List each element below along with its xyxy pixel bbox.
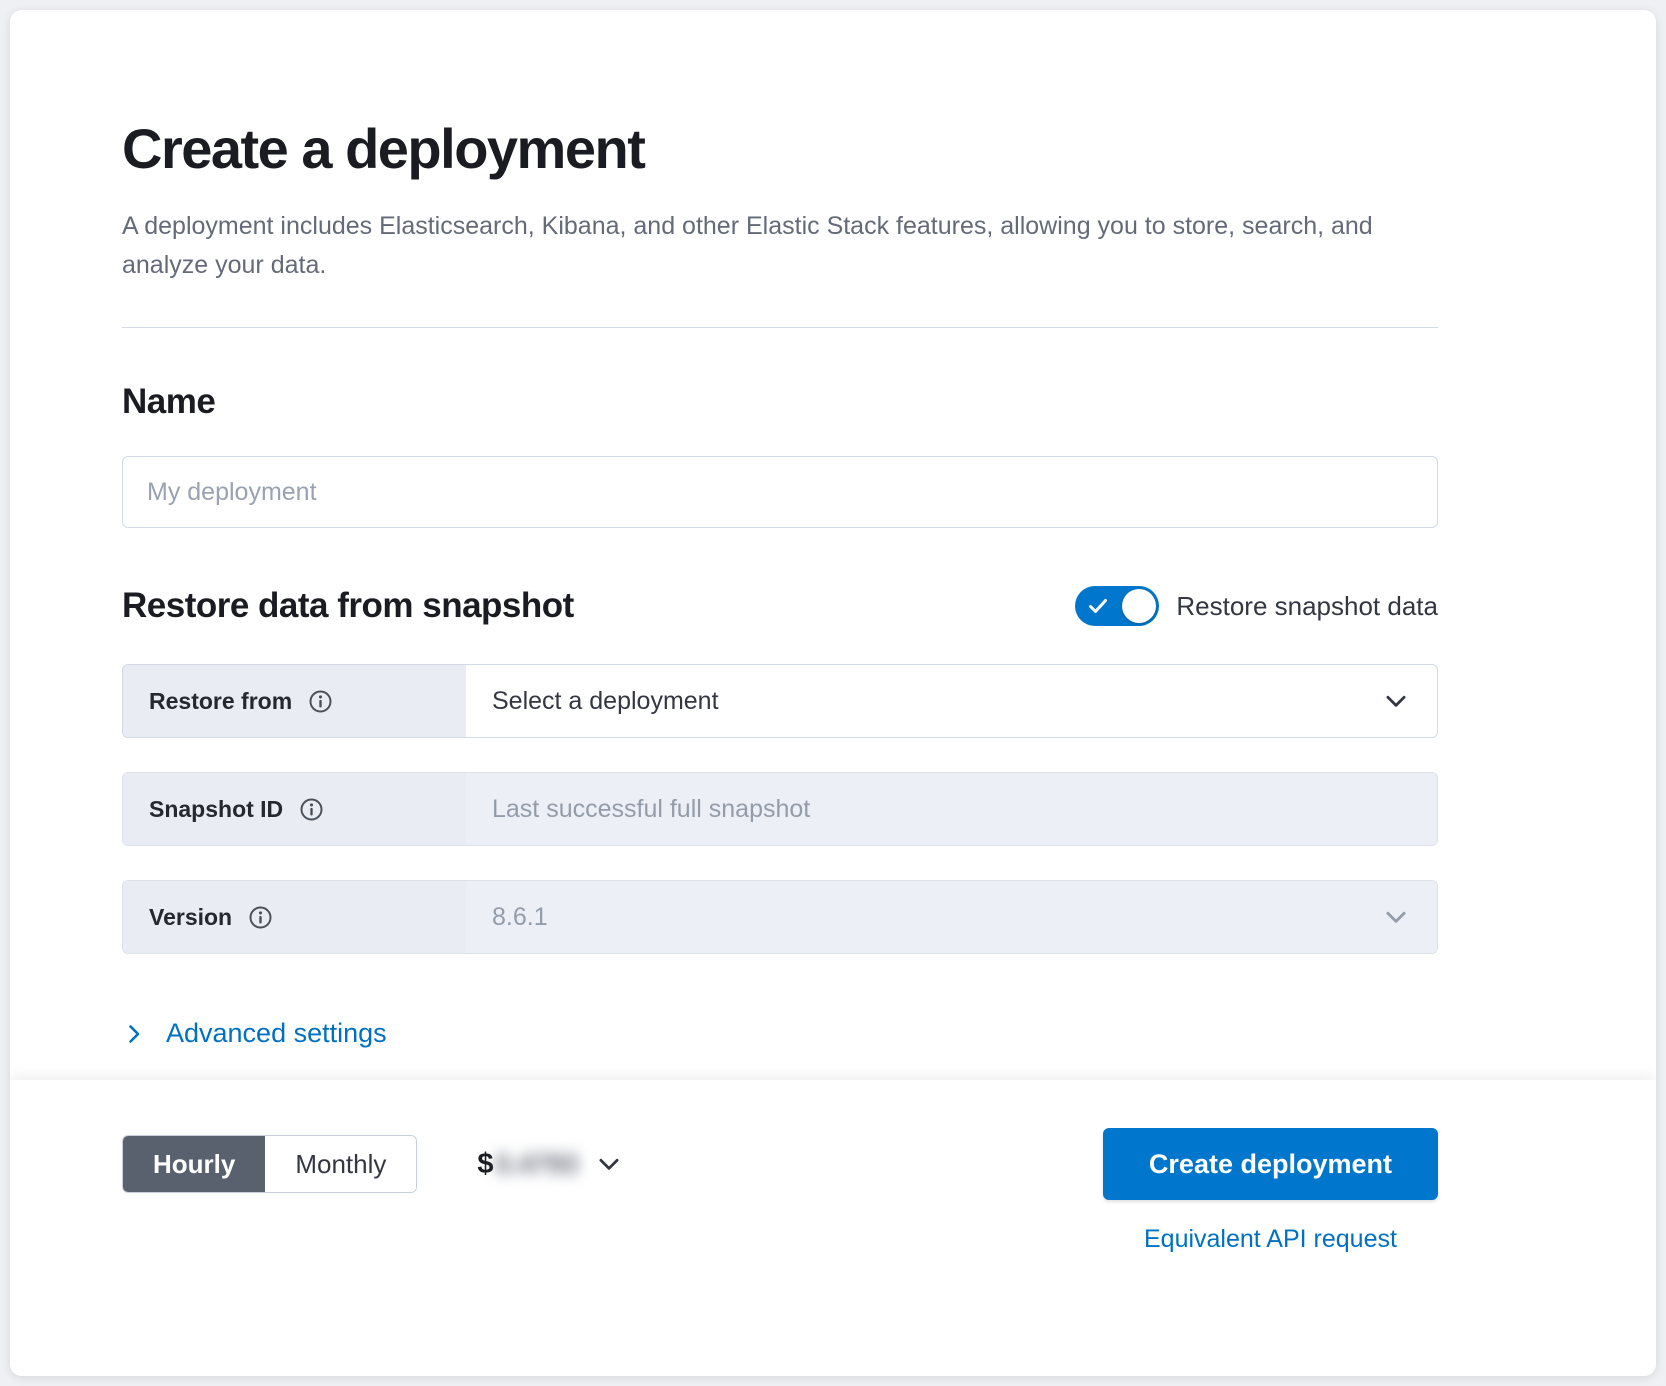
chevron-right-icon	[122, 1022, 146, 1046]
restore-toggle-label: Restore snapshot data	[1176, 591, 1438, 622]
chevron-down-icon	[1381, 686, 1411, 716]
footer-left: Hourly Monthly $ 0.4793	[122, 1128, 624, 1200]
page-title: Create a deployment	[122, 116, 1438, 181]
restore-from-label: Restore from	[149, 688, 292, 715]
info-icon[interactable]	[308, 689, 333, 714]
restore-form-rows: Restore from Select a deployment	[122, 664, 1438, 954]
billing-hourly-button[interactable]: Hourly	[123, 1136, 265, 1192]
snapshot-id-label: Snapshot ID	[149, 796, 283, 823]
snapshot-id-label-cell: Snapshot ID	[123, 773, 466, 845]
deployment-name-input[interactable]	[122, 456, 1438, 528]
price-amount-blurred: 0.4793	[496, 1149, 579, 1180]
footer-right: Create deployment Equivalent API request	[1103, 1128, 1438, 1254]
restore-from-select[interactable]: Select a deployment	[466, 665, 1437, 737]
version-select: 8.6.1	[466, 881, 1437, 953]
restore-section-header: Restore data from snapshot Restore snaps…	[122, 586, 1438, 626]
divider	[122, 327, 1438, 328]
page-subtitle: A deployment includes Elasticsearch, Kib…	[122, 207, 1412, 285]
snapshot-id-row: Snapshot ID Last successful full snapsho…	[122, 772, 1438, 846]
restore-from-row: Restore from Select a deployment	[122, 664, 1438, 738]
restore-section-heading: Restore data from snapshot	[122, 586, 574, 626]
info-icon[interactable]	[248, 905, 273, 930]
restore-toggle-group: Restore snapshot data	[1075, 586, 1438, 626]
version-value: 8.6.1	[492, 903, 548, 932]
toggle-knob	[1122, 589, 1156, 623]
price-text: $ 0.4793	[477, 1148, 578, 1181]
chevron-down-icon	[1381, 902, 1411, 932]
billing-interval-group: Hourly Monthly	[122, 1135, 417, 1193]
equivalent-api-request-link[interactable]: Equivalent API request	[1144, 1225, 1397, 1254]
price-dropdown[interactable]: $ 0.4793	[477, 1148, 624, 1181]
version-label-cell: Version	[123, 881, 466, 953]
snapshot-id-input: Last successful full snapshot	[466, 773, 1437, 845]
footer-bar: Hourly Monthly $ 0.4793 Create deploymen…	[10, 1080, 1656, 1376]
info-icon[interactable]	[299, 797, 324, 822]
restore-snapshot-toggle[interactable]	[1075, 586, 1159, 626]
advanced-settings-label: Advanced settings	[166, 1018, 387, 1049]
billing-monthly-button[interactable]: Monthly	[265, 1136, 416, 1192]
chevron-down-icon	[594, 1149, 624, 1179]
check-icon	[1086, 594, 1110, 618]
create-deployment-card: Create a deployment A deployment include…	[10, 10, 1656, 1376]
snapshot-id-value: Last successful full snapshot	[492, 795, 810, 824]
create-deployment-button[interactable]: Create deployment	[1103, 1128, 1438, 1200]
screen: Create a deployment A deployment include…	[0, 0, 1666, 1386]
version-row: Version 8.6.1	[122, 880, 1438, 954]
restore-from-label-cell: Restore from	[123, 665, 466, 737]
advanced-settings-link[interactable]: Advanced settings	[122, 1018, 387, 1049]
restore-from-value: Select a deployment	[492, 687, 719, 716]
name-section-heading: Name	[122, 382, 1438, 422]
main-content: Create a deployment A deployment include…	[10, 10, 1656, 1080]
price-currency: $	[477, 1148, 493, 1181]
version-label: Version	[149, 904, 232, 931]
